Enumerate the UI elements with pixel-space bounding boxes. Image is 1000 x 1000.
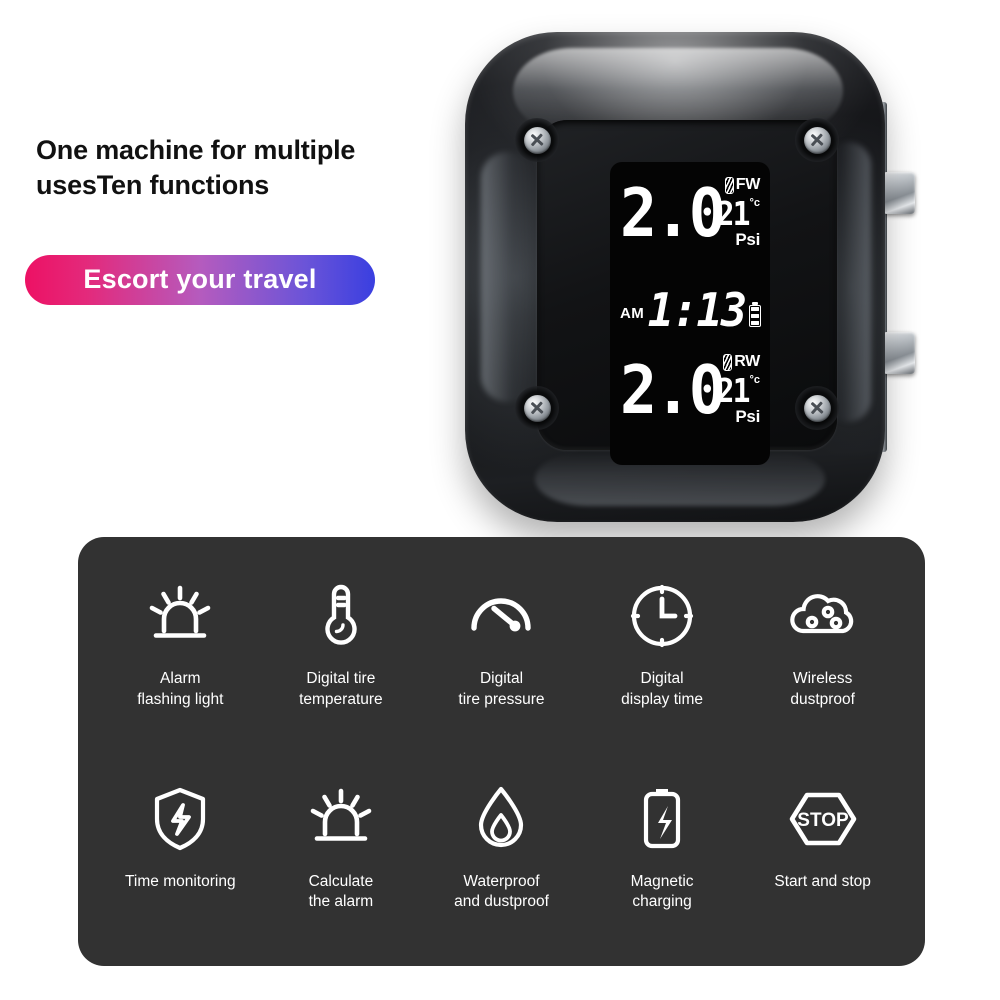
- rear-wheel-temp-unit: °c: [749, 374, 760, 386]
- product-feature-page: One machine for multiple usesTen functio…: [0, 0, 1000, 1000]
- rear-wheel-pressure-unit: Psi: [735, 407, 760, 426]
- front-wheel-temp-value: 21: [716, 194, 750, 233]
- feature-time-monitoring: Time monitoring: [100, 756, 261, 893]
- feature-digital-tire-temperature: Digital tire temperature: [261, 563, 422, 711]
- feature-label: Wireless dustproof: [790, 670, 855, 708]
- rear-wheel-tag: RW: [698, 353, 760, 371]
- page-title: One machine for multiple usesTen functio…: [36, 133, 456, 202]
- feature-row-1: Alarm flashing light Digital tire temper…: [100, 563, 903, 756]
- feature-label: Digital tire pressure: [458, 670, 545, 708]
- tagline-badge: Escort your travel: [25, 255, 375, 305]
- feature-label: Time monitoring: [125, 872, 236, 890]
- rear-wheel-label: RW: [734, 353, 760, 370]
- rear-wheel-temp-value: 21: [716, 371, 750, 410]
- tire-signal-icon: [723, 353, 733, 371]
- feature-row-2: Time monitoring Calculate the alarm Wate…: [100, 756, 903, 949]
- clock-readout: AM 1:13: [618, 271, 762, 345]
- battery-bolt-icon: [623, 780, 701, 858]
- water-drop-icon: [462, 780, 540, 858]
- screw-bottom-right: [795, 386, 839, 430]
- feature-label: Alarm flashing light: [137, 670, 224, 708]
- dust-cloud-icon: [784, 577, 862, 655]
- feature-digital-display-time: Digital display time: [582, 563, 743, 711]
- front-wheel-readout: 2.0 FW 21 °c Psi: [618, 168, 762, 271]
- headline-line-1: One machine for multiple: [36, 135, 356, 165]
- thermometer-icon: [302, 577, 380, 655]
- feature-label: Digital display time: [621, 670, 703, 708]
- feature-label: Waterproof and dustproof: [454, 872, 549, 911]
- feature-magnetic-charging: Magnetic charging: [582, 756, 743, 914]
- lcd-screen: 2.0 FW 21 °c Psi AM 1:13 2.0 RW 21 °c Ps…: [610, 162, 770, 465]
- connector-tab-upper: [883, 172, 915, 214]
- rear-wheel-temperature: 21 °c: [698, 374, 760, 407]
- screw-bottom-left: [515, 386, 559, 430]
- headline-line-2: usesTen functions: [36, 169, 270, 200]
- rear-wheel-info: RW 21 °c Psi: [698, 353, 760, 425]
- device-body: 2.0 FW 21 °c Psi AM 1:13 2.0 RW 21 °c Ps…: [465, 32, 885, 522]
- device-image: 2.0 FW 21 °c Psi AM 1:13 2.0 RW 21 °c Ps…: [455, 22, 1000, 537]
- gloss-highlight-left: [481, 152, 533, 402]
- feature-digital-tire-pressure: Digital tire pressure: [421, 563, 582, 711]
- front-wheel-info: FW 21 °c Psi: [698, 176, 760, 248]
- siren-light-icon: [302, 780, 380, 858]
- feature-wireless-dustproof: Wireless dustproof: [742, 563, 903, 711]
- feature-start-and-stop: STOP Start and stop: [742, 756, 903, 893]
- feature-label: Magnetic charging: [630, 872, 694, 911]
- feature-panel: Alarm flashing light Digital tire temper…: [78, 537, 925, 966]
- feature-calculate-the-alarm: Calculate the alarm: [261, 756, 422, 914]
- clock-time: 1:13: [647, 283, 748, 337]
- stop-sign-text: STOP: [797, 810, 849, 831]
- stop-sign-icon: STOP: [784, 780, 862, 858]
- tire-signal-icon: [724, 176, 734, 194]
- front-wheel-pressure-unit: Psi: [735, 230, 760, 249]
- feature-label: Calculate the alarm: [308, 872, 374, 911]
- clock-meridiem: AM: [620, 304, 645, 322]
- feature-waterproof-and-dustproof: Waterproof and dustproof: [421, 756, 582, 914]
- screw-top-left: [515, 118, 559, 162]
- tagline-text: Escort your travel: [83, 263, 317, 294]
- rear-wheel-readout: 2.0 RW 21 °c Psi: [618, 345, 762, 448]
- feature-label: Digital tire temperature: [299, 670, 383, 708]
- battery-icon: [749, 305, 761, 327]
- front-wheel-temp-unit: °c: [749, 197, 760, 209]
- shield-bolt-icon: [141, 780, 219, 858]
- siren-light-icon: [141, 577, 219, 655]
- front-wheel-label: FW: [735, 176, 761, 193]
- feature-label: Start and stop: [774, 872, 871, 890]
- pressure-gauge-icon: [462, 577, 540, 655]
- connector-tab-lower: [883, 332, 915, 374]
- front-wheel-temperature: 21 °c: [698, 197, 760, 230]
- front-wheel-tag: FW: [698, 176, 760, 194]
- feature-alarm-flashing-light: Alarm flashing light: [100, 563, 261, 711]
- screw-top-right: [795, 118, 839, 162]
- clock-icon: [623, 577, 701, 655]
